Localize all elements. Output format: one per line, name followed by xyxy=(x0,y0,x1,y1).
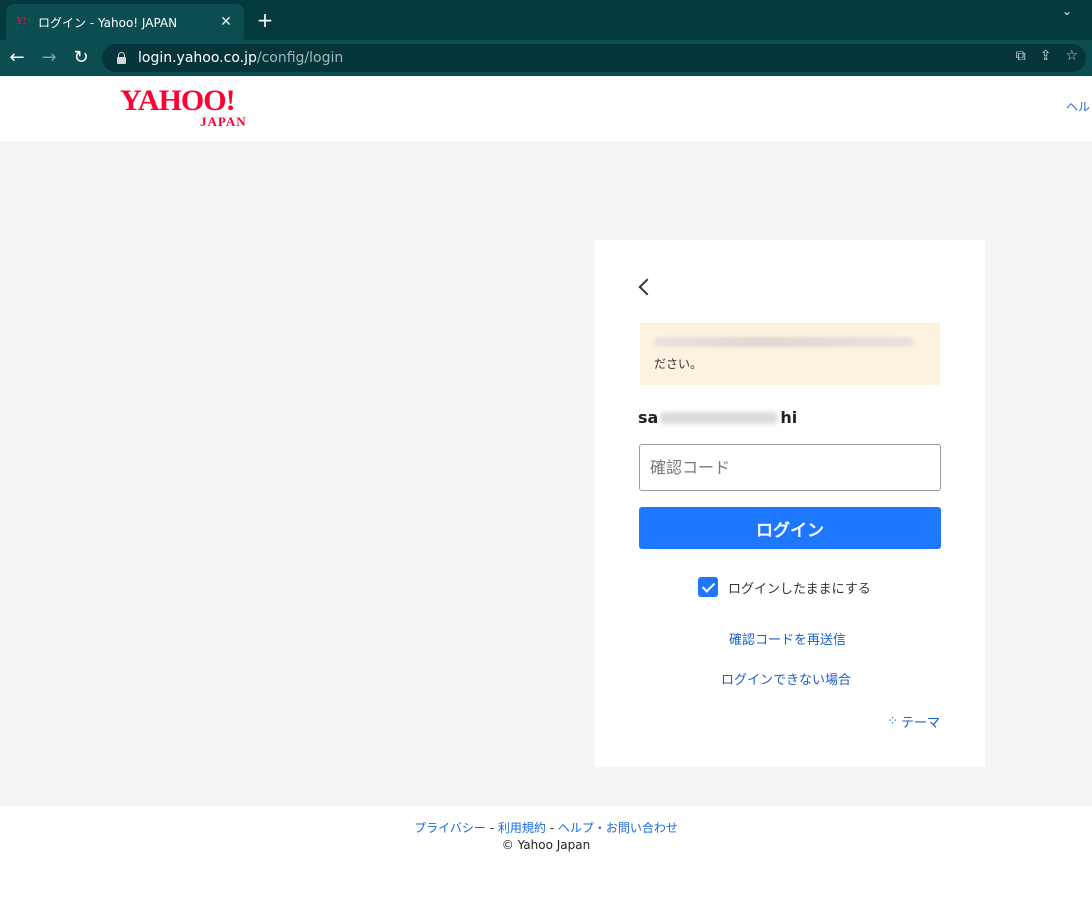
notice-box: ださい。 xyxy=(640,323,940,385)
theme-link[interactable]: ⁘ テーマ xyxy=(887,712,940,731)
username-prefix: sa xyxy=(638,408,659,427)
yahoo-favicon-icon: Y! xyxy=(16,16,27,27)
verification-code-input[interactable] xyxy=(639,444,941,491)
lock-icon[interactable] xyxy=(116,52,126,64)
share-icon[interactable]: ⇪ xyxy=(1040,48,1052,64)
blurred-notice-text xyxy=(654,337,914,347)
main-area: ださい。 sa hi ログイン ログインしたままにする 確認コードを再送信 ログ… xyxy=(0,141,1092,806)
copyright-text: © Yahoo Japan xyxy=(501,838,591,852)
username-suffix: hi xyxy=(780,408,798,427)
footer-help-link[interactable]: ヘルプ・お問い合わせ xyxy=(558,821,678,835)
footer-terms-link[interactable]: 利用規約 xyxy=(498,821,546,835)
keep-logged-in-row[interactable]: ログインしたままにする xyxy=(698,577,871,597)
keep-logged-in-label: ログインしたままにする xyxy=(728,581,871,597)
cannot-login-link[interactable]: ログインできない場合 xyxy=(721,669,851,688)
bookmark-star-icon[interactable]: ☆ xyxy=(1065,48,1078,64)
logo-subtext: JAPAN xyxy=(200,114,247,129)
translate-icon[interactable]: ⧉ xyxy=(1016,48,1026,64)
url-host: login.yahoo.co.jp xyxy=(138,50,257,66)
username-display: sa hi xyxy=(638,408,797,427)
back-arrow-icon[interactable]: ← xyxy=(5,46,29,70)
logo-wordmark: YAHOO! xyxy=(120,84,236,117)
browser-tab[interactable]: Y! ログイン - Yahoo! JAPAN ✕ xyxy=(6,4,244,40)
keep-logged-in-checkbox[interactable] xyxy=(698,577,718,597)
site-header: YAHOO! JAPAN ヘル xyxy=(0,76,1092,141)
yahoo-japan-logo[interactable]: YAHOO! JAPAN xyxy=(120,86,260,136)
reload-icon[interactable]: ↻ xyxy=(69,46,93,70)
footer-privacy-link[interactable]: プライバシー xyxy=(414,821,486,835)
theme-label: テーマ xyxy=(900,716,940,731)
login-card: ださい。 sa hi ログイン ログインしたままにする 確認コードを再送信 ログ… xyxy=(595,240,985,767)
username-redacted xyxy=(660,411,779,424)
resend-code-link[interactable]: 確認コードを再送信 xyxy=(729,629,846,648)
forward-arrow-icon[interactable]: → xyxy=(37,46,61,70)
tab-title: ログイン - Yahoo! JAPAN xyxy=(38,15,178,30)
address-bar[interactable]: login.yahoo.co.jp /config/login ⧉ ⇪ ☆ xyxy=(102,44,1086,72)
header-help-link[interactable]: ヘル xyxy=(1066,98,1090,115)
tab-search-icon[interactable]: ⌄ xyxy=(1062,4,1072,18)
footer-separator: - xyxy=(485,821,498,835)
back-chevron-icon[interactable] xyxy=(635,276,655,300)
tab-close-icon[interactable]: ✕ xyxy=(218,14,234,30)
footer-links: プライバシー - 利用規約 - ヘルプ・お問い合わせ xyxy=(0,819,1092,836)
browser-toolbar: ← → ↻ login.yahoo.co.jp /config/login ⧉ … xyxy=(0,40,1092,76)
browser-tabstrip: Y! ログイン - Yahoo! JAPAN ✕ + ⌄ xyxy=(0,0,1092,40)
notice-text: ださい。 xyxy=(654,357,703,371)
site-footer: プライバシー - 利用規約 - ヘルプ・お問い合わせ © Yahoo Japan xyxy=(0,806,1092,912)
new-tab-button[interactable]: + xyxy=(254,9,276,31)
url-path: /config/login xyxy=(256,50,344,66)
sparkle-icon: ⁘ xyxy=(887,714,898,729)
login-button[interactable]: ログイン xyxy=(639,507,941,549)
footer-separator: - xyxy=(545,821,558,835)
